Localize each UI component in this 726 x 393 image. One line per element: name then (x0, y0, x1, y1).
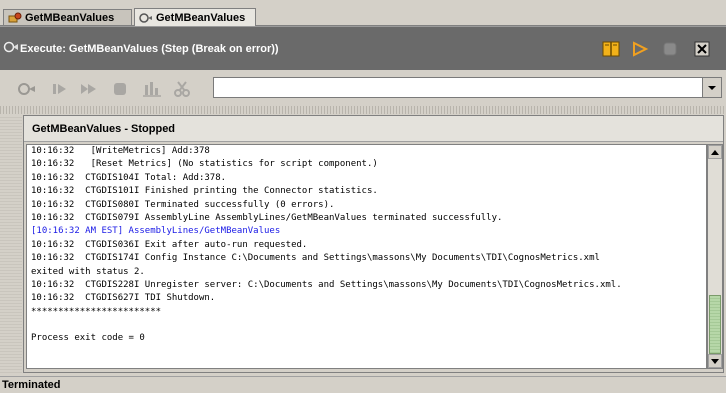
log-line: Process exit code = 0 (31, 333, 145, 344)
connector-icon[interactable] (17, 80, 37, 98)
chevron-down-icon (708, 85, 716, 90)
combo-value (214, 82, 217, 94)
arrow-down-icon (711, 358, 719, 364)
output-panel: GetMBeanValues - Stopped 10:16:32 [Write… (23, 115, 724, 373)
book-icon (602, 41, 620, 57)
tab-bar: GetMBeanValues GetMBeanValues (0, 0, 726, 26)
execute-bar: Execute: GetMBeanValues (Step (Break on … (0, 26, 726, 70)
log-line: [10:16:32 AM EST] AssemblyLines/GetMBean… (31, 226, 281, 237)
status-bar: Terminated (0, 376, 726, 392)
log-line: 10:16:32 CTGDIS036I Exit after auto-run … (31, 239, 308, 250)
log-line: 10:16:32 CTGDIS228I Unregister server: C… (31, 279, 622, 290)
log-line: 10:16:32 CTGDIS101I Finished printing th… (31, 186, 378, 197)
command-combo[interactable] (213, 77, 722, 98)
log-line: 10:16:32 CTGDIS080I Terminated successfu… (31, 199, 335, 210)
tab-label: GetMBeanValues (156, 11, 246, 24)
scroll-down-button[interactable] (708, 354, 722, 368)
log-line: 10:16:32 [WriteMetrics] Add:378 (31, 146, 210, 156)
log-line: exited with status 2. (31, 266, 145, 277)
execute-icon (139, 12, 152, 23)
panel-title: GetMBeanValues - Stopped (32, 123, 176, 135)
log-line: 10:16:32 CTGDIS174I Config Instance C:\D… (31, 253, 600, 264)
vertical-scrollbar[interactable] (707, 144, 723, 369)
log-line: 10:16:32 [Reset Metrics] (No statistics … (31, 159, 378, 170)
tab-getmbeanvalues-2[interactable]: GetMBeanValues (134, 8, 256, 26)
left-splitter[interactable] (0, 115, 22, 373)
stop-icon[interactable] (110, 80, 130, 98)
step-over-icon[interactable] (79, 80, 99, 98)
log-output[interactable]: 10:16:32 [WriteMetrics] Add:378 10:16:32 … (26, 144, 707, 369)
log-line: 10:16:32 CTGDIS627I TDI Shutdown. (31, 293, 216, 304)
execute-title: Execute: GetMBeanValues (Step (Break on … (20, 43, 279, 55)
chart-icon[interactable] (142, 80, 162, 98)
stop-icon (663, 42, 677, 56)
panel-header: GetMBeanValues - Stopped (24, 116, 723, 142)
combo-dropdown-button[interactable] (702, 78, 721, 97)
cut-icon[interactable] (172, 80, 192, 98)
execute-icon (3, 41, 18, 53)
step-icon[interactable] (50, 80, 70, 98)
log-line: 10:16:32 CTGDIS079I AssemblyLine Assembl… (31, 212, 503, 223)
assemblyline-icon (8, 12, 22, 22)
close-icon (694, 41, 710, 57)
book-button[interactable] (600, 39, 622, 59)
scroll-thumb[interactable] (709, 295, 721, 354)
close-button[interactable] (691, 39, 713, 59)
stop-button[interactable] (659, 39, 681, 59)
run-icon (633, 41, 649, 57)
tab-label: GetMBeanValues (25, 11, 115, 24)
scroll-up-button[interactable] (708, 145, 722, 159)
tab-getmbeanvalues-1[interactable]: GetMBeanValues (3, 9, 132, 25)
splitter[interactable] (0, 106, 726, 114)
run-button[interactable] (629, 39, 651, 59)
arrow-up-icon (711, 149, 719, 155)
log-line: 10:16:32 CTGDIS104I Total: Add:378. (31, 172, 227, 183)
log-line: ************************ (31, 306, 162, 317)
